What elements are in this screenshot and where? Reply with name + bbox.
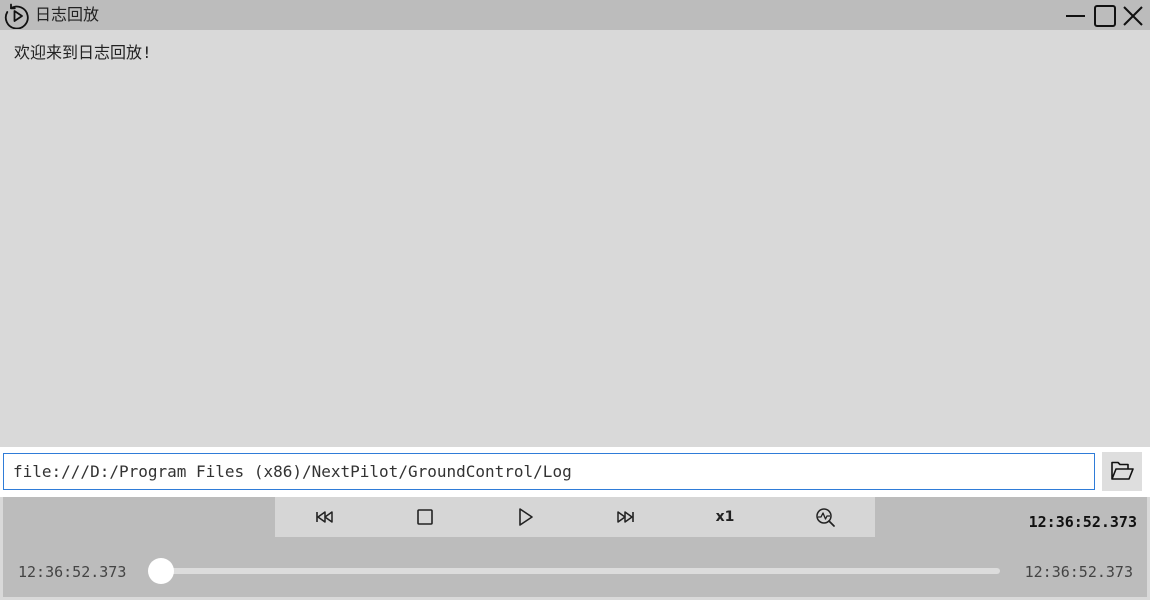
log-path-input[interactable]: file:///D:/Program Files (x86)/NextPilot… [3,453,1095,490]
progress-slider[interactable] [148,558,1000,584]
window-title: 日志回放 [35,5,100,24]
start-time: 12:36:52.373 [18,563,127,581]
open-folder-button[interactable] [1102,452,1142,491]
skip-back-icon [316,511,333,523]
playback-controls: x1 12:36:52.373 12:36:52.373 12:36:52.37… [3,497,1147,597]
current-time: 12:36:52.373 [1028,513,1137,531]
play-button[interactable] [475,497,575,537]
minimize-icon [1066,15,1085,17]
maximize-button[interactable] [1093,4,1117,28]
welcome-message: 欢迎来到日志回放! [14,43,152,62]
end-time: 12:36:52.373 [1024,563,1133,581]
skip-forward-button[interactable] [575,497,675,537]
stop-button[interactable] [375,497,475,537]
speed-label: x1 [715,509,735,525]
speed-button[interactable]: x1 [675,497,775,537]
analyze-button[interactable] [775,497,875,537]
folder-open-icon [1111,461,1134,480]
minimize-button[interactable] [1064,4,1088,28]
log-view: 欢迎来到日志回放! [0,30,1150,447]
replay-play-icon [4,3,30,30]
close-button[interactable] [1121,4,1145,28]
skip-forward-icon [617,511,634,523]
chart-search-icon [816,508,835,527]
maximize-icon [1094,5,1116,27]
stop-icon [417,509,433,525]
play-icon [519,508,533,526]
file-path-row: file:///D:/Program Files (x86)/NextPilot… [0,447,1150,497]
playback-button-bar: x1 [275,497,875,537]
skip-back-button[interactable] [275,497,375,537]
close-icon [1123,6,1143,26]
slider-handle[interactable] [148,558,174,584]
title-bar: 日志回放 [0,0,1150,30]
